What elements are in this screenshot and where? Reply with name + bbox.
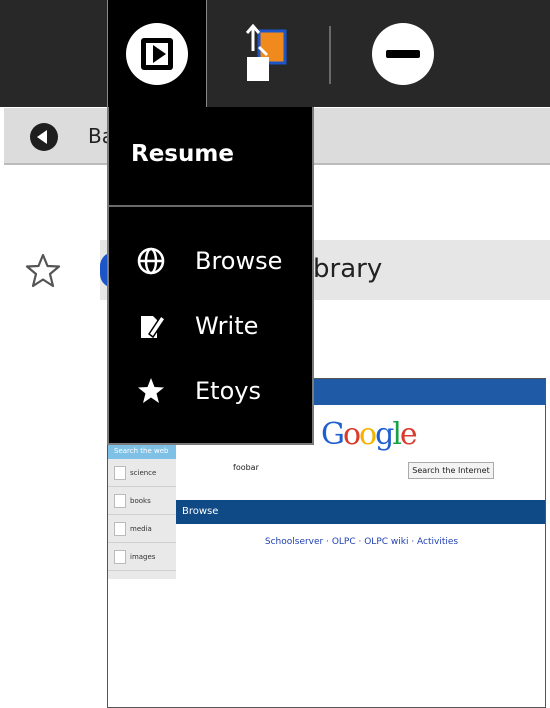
thumbnail-search-value: foobar — [233, 463, 259, 472]
book-icon — [114, 494, 126, 508]
menu-title[interactable]: Resume — [131, 141, 234, 167]
activity-play-icon — [126, 23, 188, 85]
menu-item-label: Write — [195, 312, 259, 340]
flask-icon — [114, 466, 126, 480]
menu-item-label: Browse — [195, 247, 283, 275]
menu-item-etoys[interactable]: Etoys — [109, 365, 312, 417]
thumbnail-search-button: Search the Internet — [408, 462, 494, 479]
image-icon — [114, 550, 126, 564]
resume-palette-menu: Resume Browse Write Etoys — [107, 107, 314, 445]
menu-item-browse[interactable]: Browse — [109, 235, 312, 287]
journal-copy-button[interactable] — [222, 0, 312, 107]
globe-icon — [137, 247, 165, 275]
toolbar-separator — [329, 26, 331, 84]
music-icon — [114, 522, 126, 536]
resume-activity-button[interactable] — [107, 0, 207, 108]
thumbnail-browse-band: Browse — [176, 500, 545, 524]
star-icon — [138, 378, 164, 403]
back-icon[interactable] — [30, 123, 58, 151]
menu-item-label: Etoys — [195, 377, 261, 405]
url-bar-text: brary — [313, 254, 383, 284]
sidebar-item: images — [108, 543, 176, 571]
write-icon — [141, 314, 167, 339]
journal-copy-icon — [245, 23, 287, 81]
google-logo: Google — [321, 417, 418, 452]
stop-icon — [372, 22, 434, 85]
sidebar-item: media — [108, 515, 176, 543]
thumbnail-sidebar: Search the web science books media image… — [108, 443, 176, 579]
sidebar-item: books — [108, 487, 176, 515]
menu-item-write[interactable]: Write — [109, 300, 312, 352]
thumbnail-links: Schoolserver · OLPC · OLPC wiki · Activi… — [264, 537, 459, 547]
menu-divider — [109, 205, 312, 207]
sidebar-item: science — [108, 459, 176, 487]
stop-button[interactable] — [360, 0, 446, 107]
sidebar-search-label: Search the web — [108, 443, 176, 459]
star-icon[interactable] — [24, 252, 62, 290]
top-toolbar — [0, 0, 550, 108]
